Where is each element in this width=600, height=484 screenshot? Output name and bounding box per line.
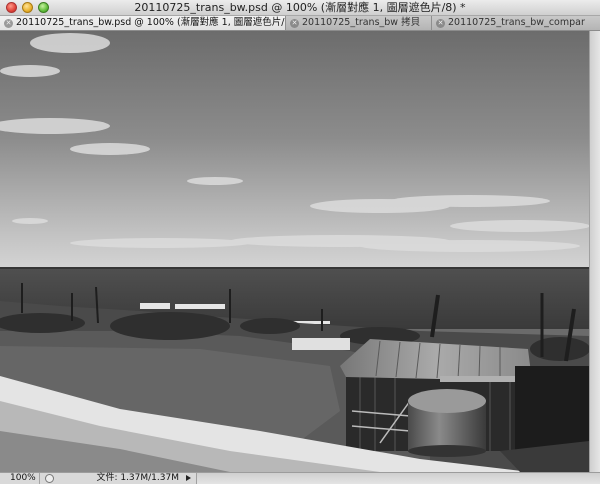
- close-tab-icon[interactable]: ✕: [4, 19, 13, 28]
- window-titlebar: 20110725_trans_bw.psd @ 100% (漸層對應 1, 圖層…: [0, 0, 600, 16]
- water-tank: [408, 389, 486, 457]
- close-tab-icon[interactable]: ✕: [436, 19, 445, 28]
- zoom-level-field[interactable]: 100%: [0, 473, 40, 484]
- document-canvas[interactable]: [0, 31, 589, 472]
- vertical-scrollbar[interactable]: [589, 31, 600, 472]
- status-bar: 100% 文件: 1.37M/1.37M: [0, 472, 600, 484]
- status-menu-arrow-icon[interactable]: [186, 475, 191, 481]
- window-title: 20110725_trans_bw.psd @ 100% (漸層對應 1, 圖層…: [134, 1, 466, 14]
- horizontal-scrollbar[interactable]: [196, 473, 600, 484]
- status-info-icon[interactable]: [45, 474, 54, 483]
- tab-trans-bw-psd[interactable]: ✕ 20110725_trans_bw.psd @ 100% (漸層對應 1, …: [0, 16, 286, 30]
- tab-trans-bw-copy[interactable]: ✕ 20110725_trans_bw 拷貝: [286, 16, 432, 30]
- tab-label: 20110725_trans_bw_compar: [448, 17, 585, 28]
- tab-trans-bw-compare[interactable]: ✕ 20110725_trans_bw_compar: [432, 16, 600, 30]
- tab-label: 20110725_trans_bw.psd @ 100% (漸層對應 1, 圖層…: [16, 17, 286, 28]
- document-size-info: 文件: 1.37M/1.37M: [96, 473, 179, 483]
- landscape-photo: [0, 31, 589, 472]
- document-tab-bar: ✕ 20110725_trans_bw.psd @ 100% (漸層對應 1, …: [0, 16, 600, 31]
- close-tab-icon[interactable]: ✕: [290, 19, 299, 28]
- tab-label: 20110725_trans_bw 拷貝: [302, 17, 421, 28]
- white-shed: [292, 338, 350, 350]
